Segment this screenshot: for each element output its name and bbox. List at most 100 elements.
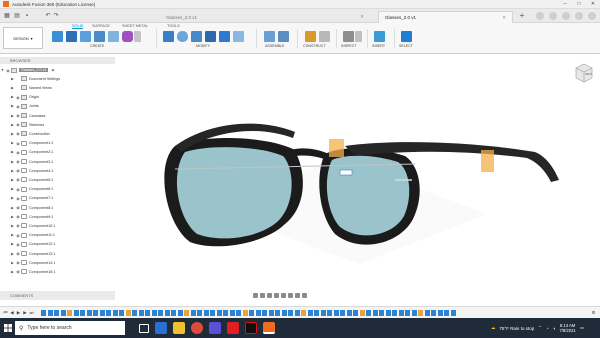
task-view-icon[interactable]: [139, 323, 149, 333]
timeline-feature-marker[interactable]: [379, 309, 384, 316]
timeline-feature-marker[interactable]: [431, 309, 436, 316]
browser-component-item[interactable]: ▶ ◉ Component15:1: [0, 268, 115, 276]
timeline-feature-marker[interactable]: [99, 309, 105, 316]
timeline-feature-marker[interactable]: [281, 309, 287, 316]
timeline-feature-marker[interactable]: [197, 309, 202, 316]
teams-icon[interactable]: [209, 322, 221, 334]
comments-panel[interactable]: COMMENTS: [0, 291, 115, 300]
timeline-feature-marker[interactable]: [437, 309, 443, 316]
network-icon[interactable]: ◔: [546, 326, 549, 331]
timeline-feature-marker[interactable]: [249, 309, 254, 316]
close-icon[interactable]: ✕: [586, 0, 600, 9]
create-group-label[interactable]: CREATE: [90, 44, 104, 48]
timeline-feature-marker[interactable]: [307, 309, 313, 316]
timeline-feature-marker[interactable]: [158, 309, 163, 316]
browser-component-item[interactable]: ▶ ◉ Component13:1: [0, 249, 115, 257]
document-tab-1[interactable]: Glasses_2.0 v1 ✕: [160, 11, 370, 23]
browser-folder-item[interactable]: ▶ Named Views: [0, 84, 115, 92]
browser-component-item[interactable]: ▶ ◉ Component14:1: [0, 259, 115, 267]
browser-component-item[interactable]: ▶ ◉ Component4:1: [0, 167, 115, 175]
notifications-icon[interactable]: [562, 12, 570, 20]
timeline-feature-marker[interactable]: [333, 309, 339, 316]
timeline-feature-marker[interactable]: [424, 309, 430, 316]
new-tab-icon[interactable]: +: [518, 12, 526, 20]
joint-icon[interactable]: [278, 31, 289, 42]
timeline-feature-marker[interactable]: [236, 309, 241, 316]
expand-icon[interactable]: ▶: [10, 77, 15, 81]
browser-component-item[interactable]: ▶ ◉ Component2:1: [0, 148, 115, 156]
timeline-feature-marker[interactable]: [353, 309, 358, 316]
create-more-icon[interactable]: [134, 31, 141, 42]
timeline-feature-marker[interactable]: [86, 309, 92, 316]
form-icon[interactable]: [122, 31, 133, 42]
file-explorer-icon[interactable]: [173, 322, 185, 334]
timeline-feature-marker[interactable]: [171, 309, 176, 316]
inspect-more-icon[interactable]: [355, 31, 362, 42]
timeline-feature-marker[interactable]: [119, 309, 124, 316]
tab-surface[interactable]: SURFACE: [92, 24, 110, 28]
timeline-feature-marker[interactable]: [60, 309, 66, 316]
browser-folder-item[interactable]: ▶ ◉ Origin: [0, 93, 115, 101]
fit-icon[interactable]: [281, 293, 286, 298]
browser-component-item[interactable]: ▶ ◉ Component12:1: [0, 240, 115, 248]
timeline-feature-marker[interactable]: [190, 309, 196, 316]
job-status-icon[interactable]: [549, 12, 557, 20]
timeline-feature-marker[interactable]: [67, 309, 72, 316]
browser-root-item[interactable]: ▼ ◉ Glasses_2.0 v1 ◉: [0, 66, 115, 74]
look-at-icon[interactable]: [260, 293, 265, 298]
fillet-icon[interactable]: [177, 31, 188, 42]
timeline-feature-marker[interactable]: [444, 309, 449, 316]
weather-text[interactable]: 75°F Rain to stop: [499, 326, 534, 331]
glasses-model[interactable]: [115, 54, 600, 290]
browser-folder-item[interactable]: ▶ ◉ Construction: [0, 130, 115, 138]
timeline-feature-marker[interactable]: [138, 309, 144, 316]
tab-close-icon[interactable]: ✕: [330, 14, 364, 20]
edge-icon[interactable]: [155, 322, 167, 334]
timeline-feature-marker[interactable]: [275, 309, 280, 316]
modify-group-label[interactable]: MODIFY: [196, 44, 210, 48]
revolve-icon[interactable]: [80, 31, 91, 42]
timeline-feature-marker[interactable]: [372, 309, 378, 316]
timeline-feature-marker[interactable]: [262, 309, 267, 316]
timeline-feature-marker[interactable]: [346, 309, 352, 316]
timeline-feature-marker[interactable]: [385, 309, 391, 316]
timeline-feature-marker[interactable]: [80, 309, 85, 316]
activate-radio-icon[interactable]: ◉: [51, 68, 54, 72]
browser-folder-item[interactable]: ▶ ◉ Sketches: [0, 121, 115, 129]
tab-sheet-metal[interactable]: SHEET METAL: [122, 24, 148, 28]
browser-component-item[interactable]: ▶ ◉ Component1:1: [0, 139, 115, 147]
browser-component-item[interactable]: ▶ ◉ Component11:1: [0, 231, 115, 239]
timeline-feature-marker[interactable]: [314, 309, 319, 316]
timeline-feature-marker[interactable]: [450, 309, 456, 316]
browser-component-item[interactable]: ▶ ◉ Component7:1: [0, 194, 115, 202]
volume-icon[interactable]: ◖: [553, 326, 556, 331]
combine-icon[interactable]: [219, 31, 230, 42]
zoom-icon[interactable]: [274, 293, 279, 298]
timeline-feature-marker[interactable]: [132, 309, 137, 316]
extrude-icon[interactable]: [66, 31, 77, 42]
dimension-tag[interactable]: [339, 169, 353, 176]
go-to-end-icon[interactable]: ⏭: [29, 310, 34, 315]
select-group-label[interactable]: SELECT: [399, 44, 413, 48]
browser-component-item[interactable]: ▶ ◉ Component8:1: [0, 203, 115, 211]
insert-group-label[interactable]: INSERT: [372, 44, 385, 48]
browser-component-item[interactable]: ▶ ◉ Component10:1: [0, 222, 115, 230]
browser-component-item[interactable]: ▶ ◉ Component5:1: [0, 176, 115, 184]
tray-arrow-icon[interactable]: ⌃: [538, 325, 542, 331]
extensions-icon[interactable]: [536, 12, 544, 20]
timeline-feature-marker[interactable]: [288, 309, 293, 316]
timeline-feature-marker[interactable]: [93, 309, 98, 316]
timeline-feature-marker[interactable]: [366, 309, 371, 316]
timeline-feature-marker[interactable]: [255, 309, 261, 316]
inspect-group-label[interactable]: INSPECT: [341, 44, 357, 48]
browser-header[interactable]: BROWSER: [0, 57, 115, 64]
pan-icon[interactable]: [267, 293, 272, 298]
timeline-feature-marker[interactable]: [268, 309, 274, 316]
construct-group-label[interactable]: CONSTRUCT: [303, 44, 326, 48]
maximize-icon[interactable]: □: [572, 0, 586, 9]
timeline-feature-marker[interactable]: [177, 309, 183, 316]
timeline-feature-marker[interactable]: [73, 309, 79, 316]
timeline-feature-marker[interactable]: [216, 309, 222, 316]
help-icon[interactable]: [575, 12, 583, 20]
step-forward-icon[interactable]: ▶: [23, 310, 28, 315]
